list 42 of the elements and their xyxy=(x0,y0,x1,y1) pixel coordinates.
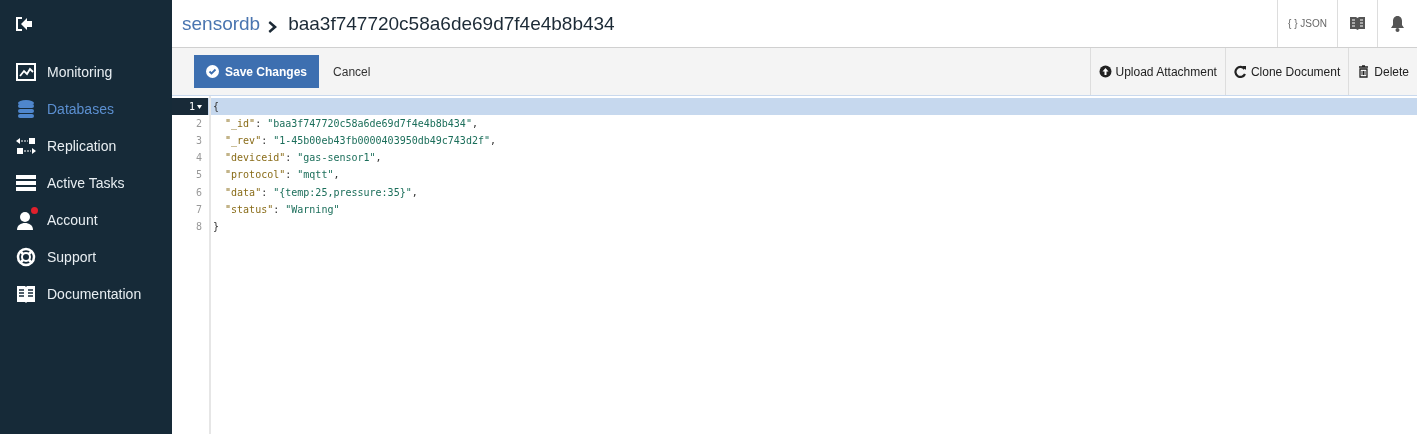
database-icon xyxy=(15,97,37,120)
code-line: "_id": "baa3f747720c58a6de69d7f4e4b8b434", xyxy=(224,118,478,130)
upload-attachment-button[interactable]: Upload Attachment xyxy=(1089,48,1225,95)
upload-icon xyxy=(1098,65,1112,78)
line-number: 8 xyxy=(194,219,203,234)
sidebar-item[interactable]: Account xyxy=(0,201,172,238)
code-line: "deviceid": "gas-sensor1", xyxy=(224,152,382,164)
sidebar-item[interactable]: Replication xyxy=(0,127,172,164)
code-line: "status": "Warning" xyxy=(224,203,340,215)
collapse-icon[interactable] xyxy=(14,14,34,34)
code-line: "protocol": "mqtt", xyxy=(224,169,340,181)
book-icon xyxy=(1349,16,1366,31)
trash-icon xyxy=(1357,65,1371,78)
sidebar-item[interactable]: Support xyxy=(0,238,172,275)
refresh-icon xyxy=(1233,65,1247,78)
bell-icon xyxy=(1390,15,1405,32)
line-number: 2 xyxy=(194,117,203,132)
cancel-button[interactable]: Cancel xyxy=(327,63,377,80)
json-button[interactable]: { } JSON xyxy=(1277,0,1337,47)
fold-arrow-icon[interactable] xyxy=(197,103,202,111)
line-number: 4 xyxy=(194,151,203,166)
code-line: } xyxy=(212,220,220,232)
sidebar-item[interactable]: Databases xyxy=(0,90,172,127)
breadcrumb-link[interactable]: sensordb xyxy=(182,12,261,35)
code-line: "data": "{temp:25,pressure:35}", xyxy=(224,186,418,198)
sidebar-item[interactable]: Documentation xyxy=(0,275,172,312)
life-ring-icon xyxy=(15,245,37,268)
line-number: 5 xyxy=(194,168,203,183)
document-title: baa3f747720c58a6de69d7f4e4b8b434 xyxy=(288,12,615,35)
chart-icon xyxy=(15,60,37,83)
line-number: 6 xyxy=(194,185,203,200)
line-number: 1 xyxy=(172,98,208,116)
clone-document-button[interactable]: Clone Document xyxy=(1224,48,1349,95)
line-number: 7 xyxy=(194,202,203,217)
sidebar-item[interactable]: Monitoring xyxy=(0,53,172,90)
delete-button[interactable]: Delete xyxy=(1348,48,1417,95)
sidebar-item[interactable]: Active Tasks xyxy=(0,164,172,201)
code-line: "_rev": "1-45b00eb43fb0000403950db49c743d2f", xyxy=(224,135,496,147)
save-button[interactable]: Save Changes xyxy=(194,55,320,88)
code-line: { xyxy=(212,101,220,113)
check-icon xyxy=(206,65,219,78)
line-number: 3 xyxy=(194,134,203,149)
